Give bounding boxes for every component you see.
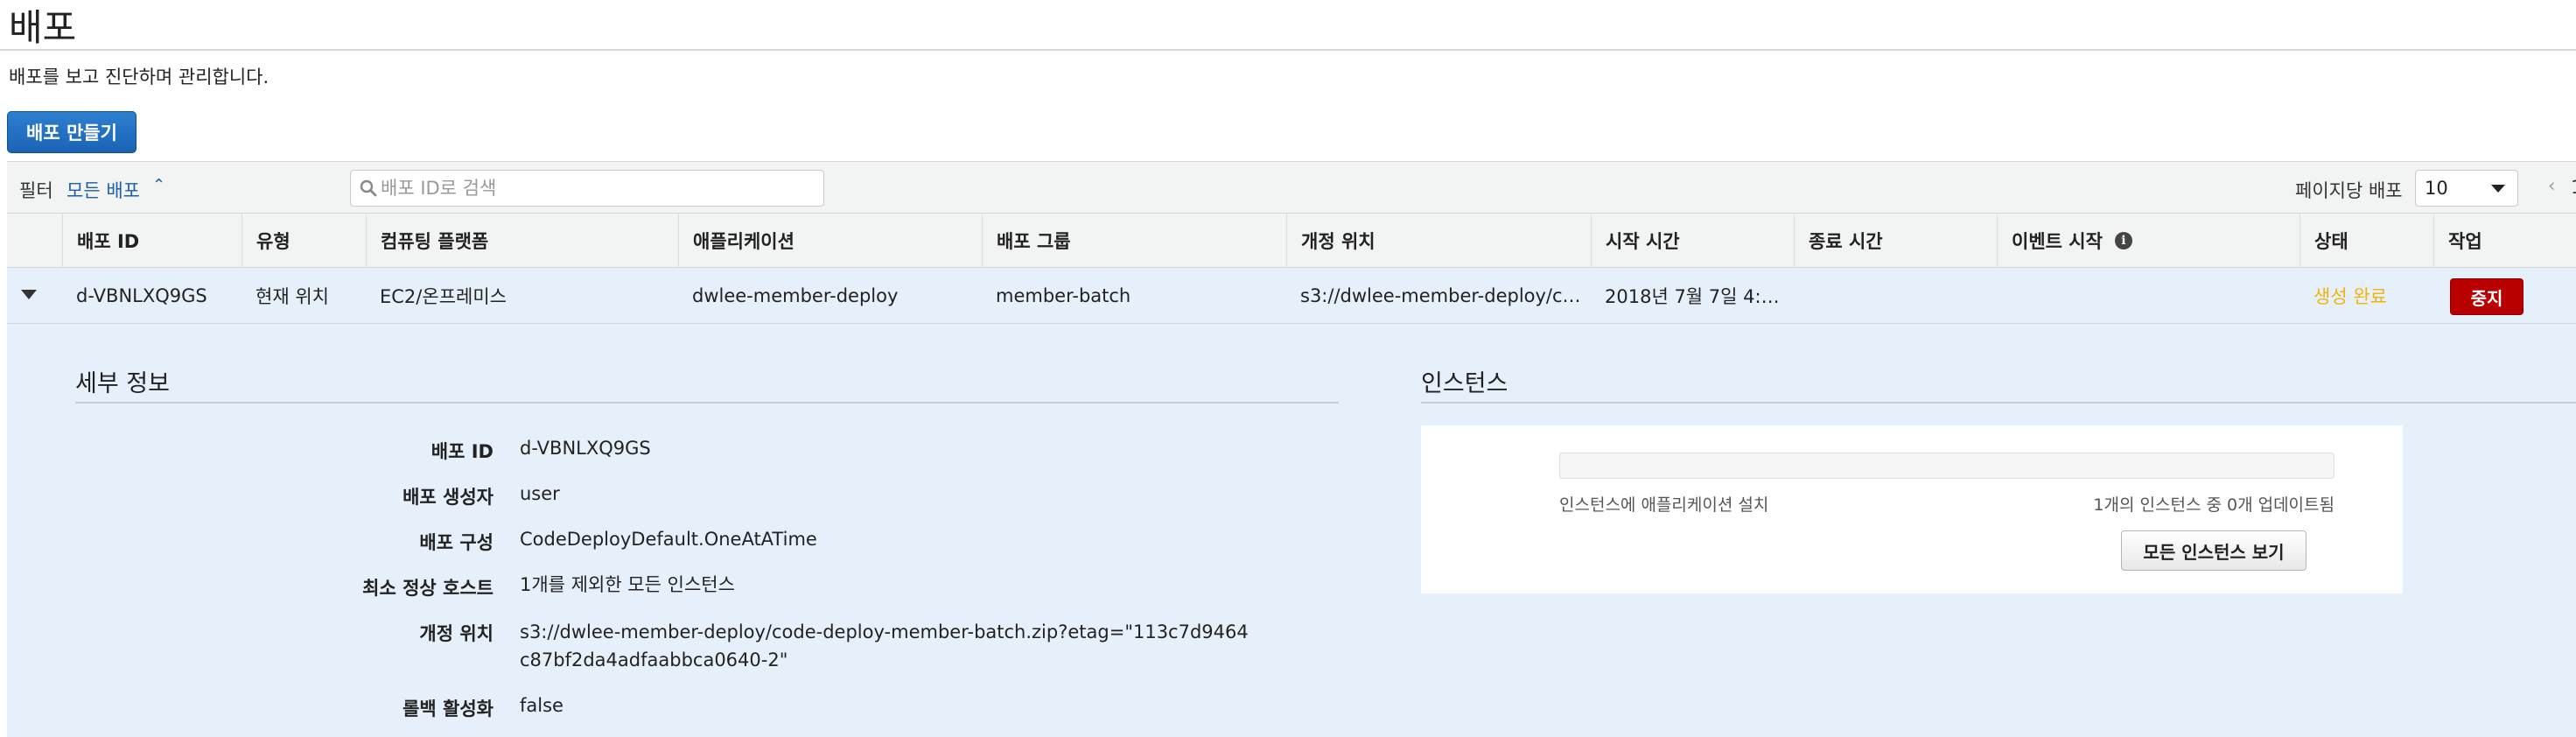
status-badge: 생성 완료 xyxy=(2314,286,2387,307)
search-input[interactable] xyxy=(381,174,818,202)
page-number[interactable]: 1 xyxy=(2571,177,2576,198)
column-header-type[interactable]: 유형 xyxy=(242,214,366,268)
column-header-event-label: 이벤트 시작 xyxy=(2012,231,2103,252)
create-deployment-button[interactable]: 배포 만들기 xyxy=(7,111,136,153)
deployment-id-link[interactable]: d-VBNLXQ9GS xyxy=(62,268,242,324)
deployment-type: 현재 위치 xyxy=(256,286,329,307)
start-time: 2018년 7월 7일 4:… xyxy=(1605,286,1780,307)
compute-platform: EC2/온프레미스 xyxy=(380,286,507,307)
instances-divider xyxy=(1421,402,2576,404)
install-label: 인스턴스에 애플리케이션 설치 xyxy=(1559,495,1769,515)
expand-column-header xyxy=(7,214,62,268)
page-subtitle: 배포를 보고 진단하며 관리합니다. xyxy=(9,67,270,88)
updated-count-label: 1개의 인스턴스 중 0개 업데이트됨 xyxy=(2093,495,2334,515)
filter-bar: 필터 모든 배포 ⌃ 페이지당 배포 10 ‹ 1 xyxy=(7,161,2576,214)
column-header-group[interactable]: 배포 그룹 xyxy=(982,214,1286,268)
info-icon[interactable]: i xyxy=(2114,232,2132,249)
per-page-value: 10 xyxy=(2425,178,2448,199)
detail-label-creator: 배포 생성자 xyxy=(402,487,494,508)
details-section-title: 세부 정보 xyxy=(75,370,170,397)
end-time xyxy=(1794,268,1997,324)
instances-section-title: 인스턴스 xyxy=(1421,370,1508,397)
detail-value-id: d-VBNLXQ9GS xyxy=(520,438,651,459)
column-header-revision[interactable]: 개정 위치 xyxy=(1286,214,1591,268)
column-header-platform[interactable]: 컴퓨팅 플랫폼 xyxy=(366,214,678,268)
detail-value-rollback: false xyxy=(520,695,564,716)
detail-label-config: 배포 구성 xyxy=(419,532,494,553)
search-icon xyxy=(360,179,377,197)
title-divider xyxy=(0,49,2576,51)
table-row[interactable]: d-VBNLXQ9GS 현재 위치 EC2/온프레미스 dwlee-member… xyxy=(7,268,2576,324)
column-header-action: 작업 xyxy=(2433,214,2576,268)
caret-down-icon xyxy=(2491,185,2505,193)
detail-label-min-healthy: 최소 정상 호스트 xyxy=(362,578,494,599)
filter-label: 필터 xyxy=(19,180,53,201)
per-page-label: 페이지당 배포 xyxy=(2295,180,2403,201)
expand-row-icon[interactable] xyxy=(21,290,37,299)
detail-value-revision-line1: s3://dwlee-member-deploy/code-deploy-mem… xyxy=(520,621,1249,642)
stop-button[interactable]: 중지 xyxy=(2450,278,2524,315)
table-header: 배포 ID 유형 컴퓨팅 플랫폼 애플리케이션 배포 그룹 개정 위치 시작 시… xyxy=(7,214,2576,268)
view-all-instances-button[interactable]: 모든 인스턴스 보기 xyxy=(2121,530,2306,571)
event-start xyxy=(1997,268,2300,324)
detail-label-id: 배포 ID xyxy=(430,441,494,462)
column-header-end-time[interactable]: 종료 시간 xyxy=(1794,214,1997,268)
detail-value-revision-line2: c87bf2da4adfaabbca0640-2" xyxy=(520,649,788,670)
column-header-status[interactable]: 상태 xyxy=(2300,214,2433,268)
per-page-select[interactable]: 10 xyxy=(2415,170,2518,207)
column-header-id[interactable]: 배포 ID xyxy=(62,214,242,268)
detail-value-creator: user xyxy=(520,483,560,504)
detail-label-rollback: 롤백 활성화 xyxy=(402,698,494,719)
revision-location: s3://dwlee-member-deploy/c… xyxy=(1300,285,1581,306)
search-box[interactable] xyxy=(350,170,824,207)
column-header-start-time[interactable]: 시작 시간 xyxy=(1591,214,1794,268)
details-divider xyxy=(75,402,1339,404)
detail-value-min-healthy: 1개를 제외한 모든 인스턴스 xyxy=(520,574,735,595)
prev-page-icon[interactable]: ‹ xyxy=(2548,175,2555,196)
column-header-application[interactable]: 애플리케이션 xyxy=(678,214,982,268)
application-link[interactable]: dwlee-member-deploy xyxy=(678,268,982,324)
detail-label-revision: 개정 위치 xyxy=(419,623,494,644)
deployment-group-link[interactable]: member-batch xyxy=(982,268,1286,324)
page-title: 배포 xyxy=(9,6,77,49)
chevron-up-icon[interactable]: ⌃ xyxy=(152,176,165,194)
filter-dropdown[interactable]: 모든 배포 xyxy=(66,177,140,203)
column-header-event[interactable]: 이벤트 시작 i xyxy=(1997,214,2300,268)
instances-progress-bar xyxy=(1559,453,2334,479)
deployment-config-link[interactable]: CodeDeployDefault.OneAtATime xyxy=(520,525,817,553)
instances-card: 인스턴스에 애플리케이션 설치 1개의 인스턴스 중 0개 업데이트됨 모든 인… xyxy=(1421,425,2403,593)
